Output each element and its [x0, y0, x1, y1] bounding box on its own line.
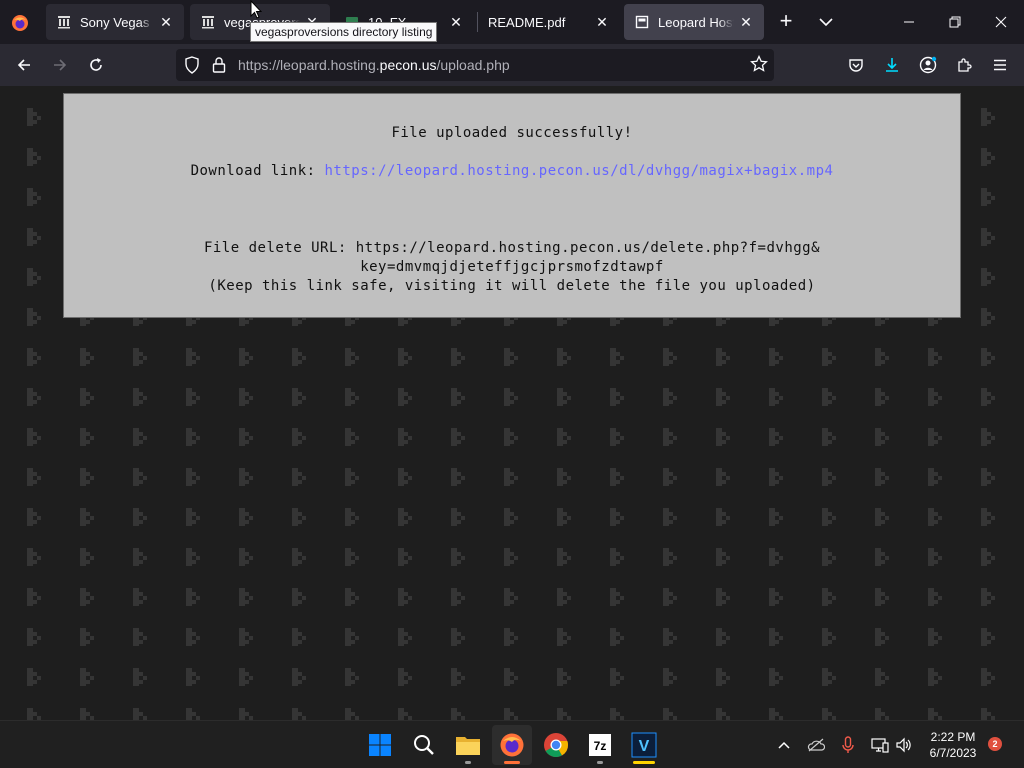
tab-label: Sony Vegas Pro Versions: [80, 14, 154, 30]
download-label: Download link:: [190, 163, 325, 179]
success-message: File uploaded successfully!: [391, 125, 633, 141]
close-tab-icon[interactable]: ✕: [738, 14, 754, 30]
navigation-toolbar: https://leopard.hosting.pecon.us/upload.…: [0, 44, 1024, 86]
page-icon: [634, 14, 650, 30]
volume-icon[interactable]: [892, 733, 916, 757]
delete-note: (Keep this link safe, visiting it will d…: [208, 278, 816, 294]
running-indicator: [465, 761, 471, 764]
download-link[interactable]: https://leopard.hosting.pecon.us/dl/dvhg…: [325, 163, 834, 179]
clock-date: 6/7/2023: [929, 746, 977, 760]
file-explorer-icon[interactable]: [448, 725, 488, 765]
url-path: /upload.php: [436, 57, 510, 73]
bookmark-star-icon[interactable]: [750, 54, 768, 78]
list-all-tabs-icon[interactable]: [814, 12, 838, 32]
windows-taskbar: 7z V 2:22 PM 6/7/2023: [0, 720, 1024, 768]
delete-url-line: File delete URL: https://leopard.hosting…: [203, 240, 821, 256]
close-tab-icon[interactable]: ✕: [594, 14, 610, 30]
archive-icon: [56, 14, 72, 30]
upload-result-panel: File uploaded successfully! Download lin…: [63, 93, 961, 318]
7zip-icon[interactable]: 7z: [580, 725, 620, 765]
url-domain: pecon.us: [379, 57, 437, 73]
new-tab-button[interactable]: +: [774, 10, 798, 34]
tab-strip: Sony Vegas Pro Versions ✕ vegasproversio…: [0, 0, 1024, 44]
tab-sony-vegas[interactable]: Sony Vegas Pro Versions ✕: [46, 4, 184, 40]
account-icon[interactable]: [914, 51, 942, 79]
close-tab-icon[interactable]: ✕: [448, 14, 464, 30]
clock-time: 2:22 PM: [930, 730, 976, 744]
vegas-icon[interactable]: V: [624, 725, 664, 765]
restore-button[interactable]: [932, 0, 978, 44]
address-bar[interactable]: https://leopard.hosting.pecon.us/upload.…: [176, 49, 774, 81]
network-icon[interactable]: [868, 733, 892, 757]
tab-tooltip: vegasproversions directory listing: [250, 22, 438, 42]
clock[interactable]: 2:22 PM 6/7/2023: [920, 729, 986, 761]
start-button[interactable]: [360, 725, 400, 765]
pocket-icon[interactable]: [842, 51, 870, 79]
downloads-icon[interactable]: [878, 51, 906, 79]
close-tab-icon[interactable]: ✕: [158, 14, 174, 30]
page-content: File uploaded successfully! Download lin…: [0, 86, 1024, 720]
tab-label: Leopard Hosting: [658, 14, 734, 30]
url-text[interactable]: https://leopard.hosting.pecon.us/upload.…: [238, 57, 510, 73]
delete-url-key: key=dmvmqjdjeteffjgcjprsmofzdtawpf: [360, 259, 664, 275]
search-icon[interactable]: [404, 725, 444, 765]
lock-icon[interactable]: [212, 56, 226, 79]
tab-label: README.pdf: [488, 14, 566, 30]
firefox-view-icon[interactable]: [8, 11, 32, 35]
forward-button[interactable]: [46, 51, 74, 79]
onedrive-icon[interactable]: [804, 733, 828, 757]
download-line: Download link: https://leopard.hosting.p…: [64, 163, 960, 179]
hamburger-menu-icon[interactable]: [986, 51, 1014, 79]
minimize-button[interactable]: [886, 0, 932, 44]
active-indicator: [504, 761, 520, 764]
chrome-icon[interactable]: [536, 725, 576, 765]
archive-icon: [200, 14, 216, 30]
firefox-taskbar-icon[interactable]: [492, 725, 532, 765]
back-button[interactable]: [10, 51, 38, 79]
microphone-icon[interactable]: [836, 733, 860, 757]
tracking-protection-icon[interactable]: [184, 56, 200, 79]
tab-leopard-hosting[interactable]: Leopard Hosting ✕: [624, 4, 764, 40]
running-indicator: [597, 761, 603, 764]
notification-badge[interactable]: 2: [988, 737, 1002, 751]
svg-text:7z: 7z: [594, 739, 607, 753]
tab-readme-pdf[interactable]: README.pdf ✕: [478, 4, 620, 40]
svg-text:V: V: [639, 738, 650, 755]
close-window-button[interactable]: [978, 0, 1024, 44]
url-prefix: https://leopard.hosting.: [238, 57, 380, 73]
extensions-icon[interactable]: [950, 51, 978, 79]
reload-button[interactable]: [82, 51, 110, 79]
show-hidden-icons[interactable]: [772, 733, 796, 757]
running-indicator: [633, 761, 655, 764]
mouse-cursor-icon: [250, 0, 263, 25]
